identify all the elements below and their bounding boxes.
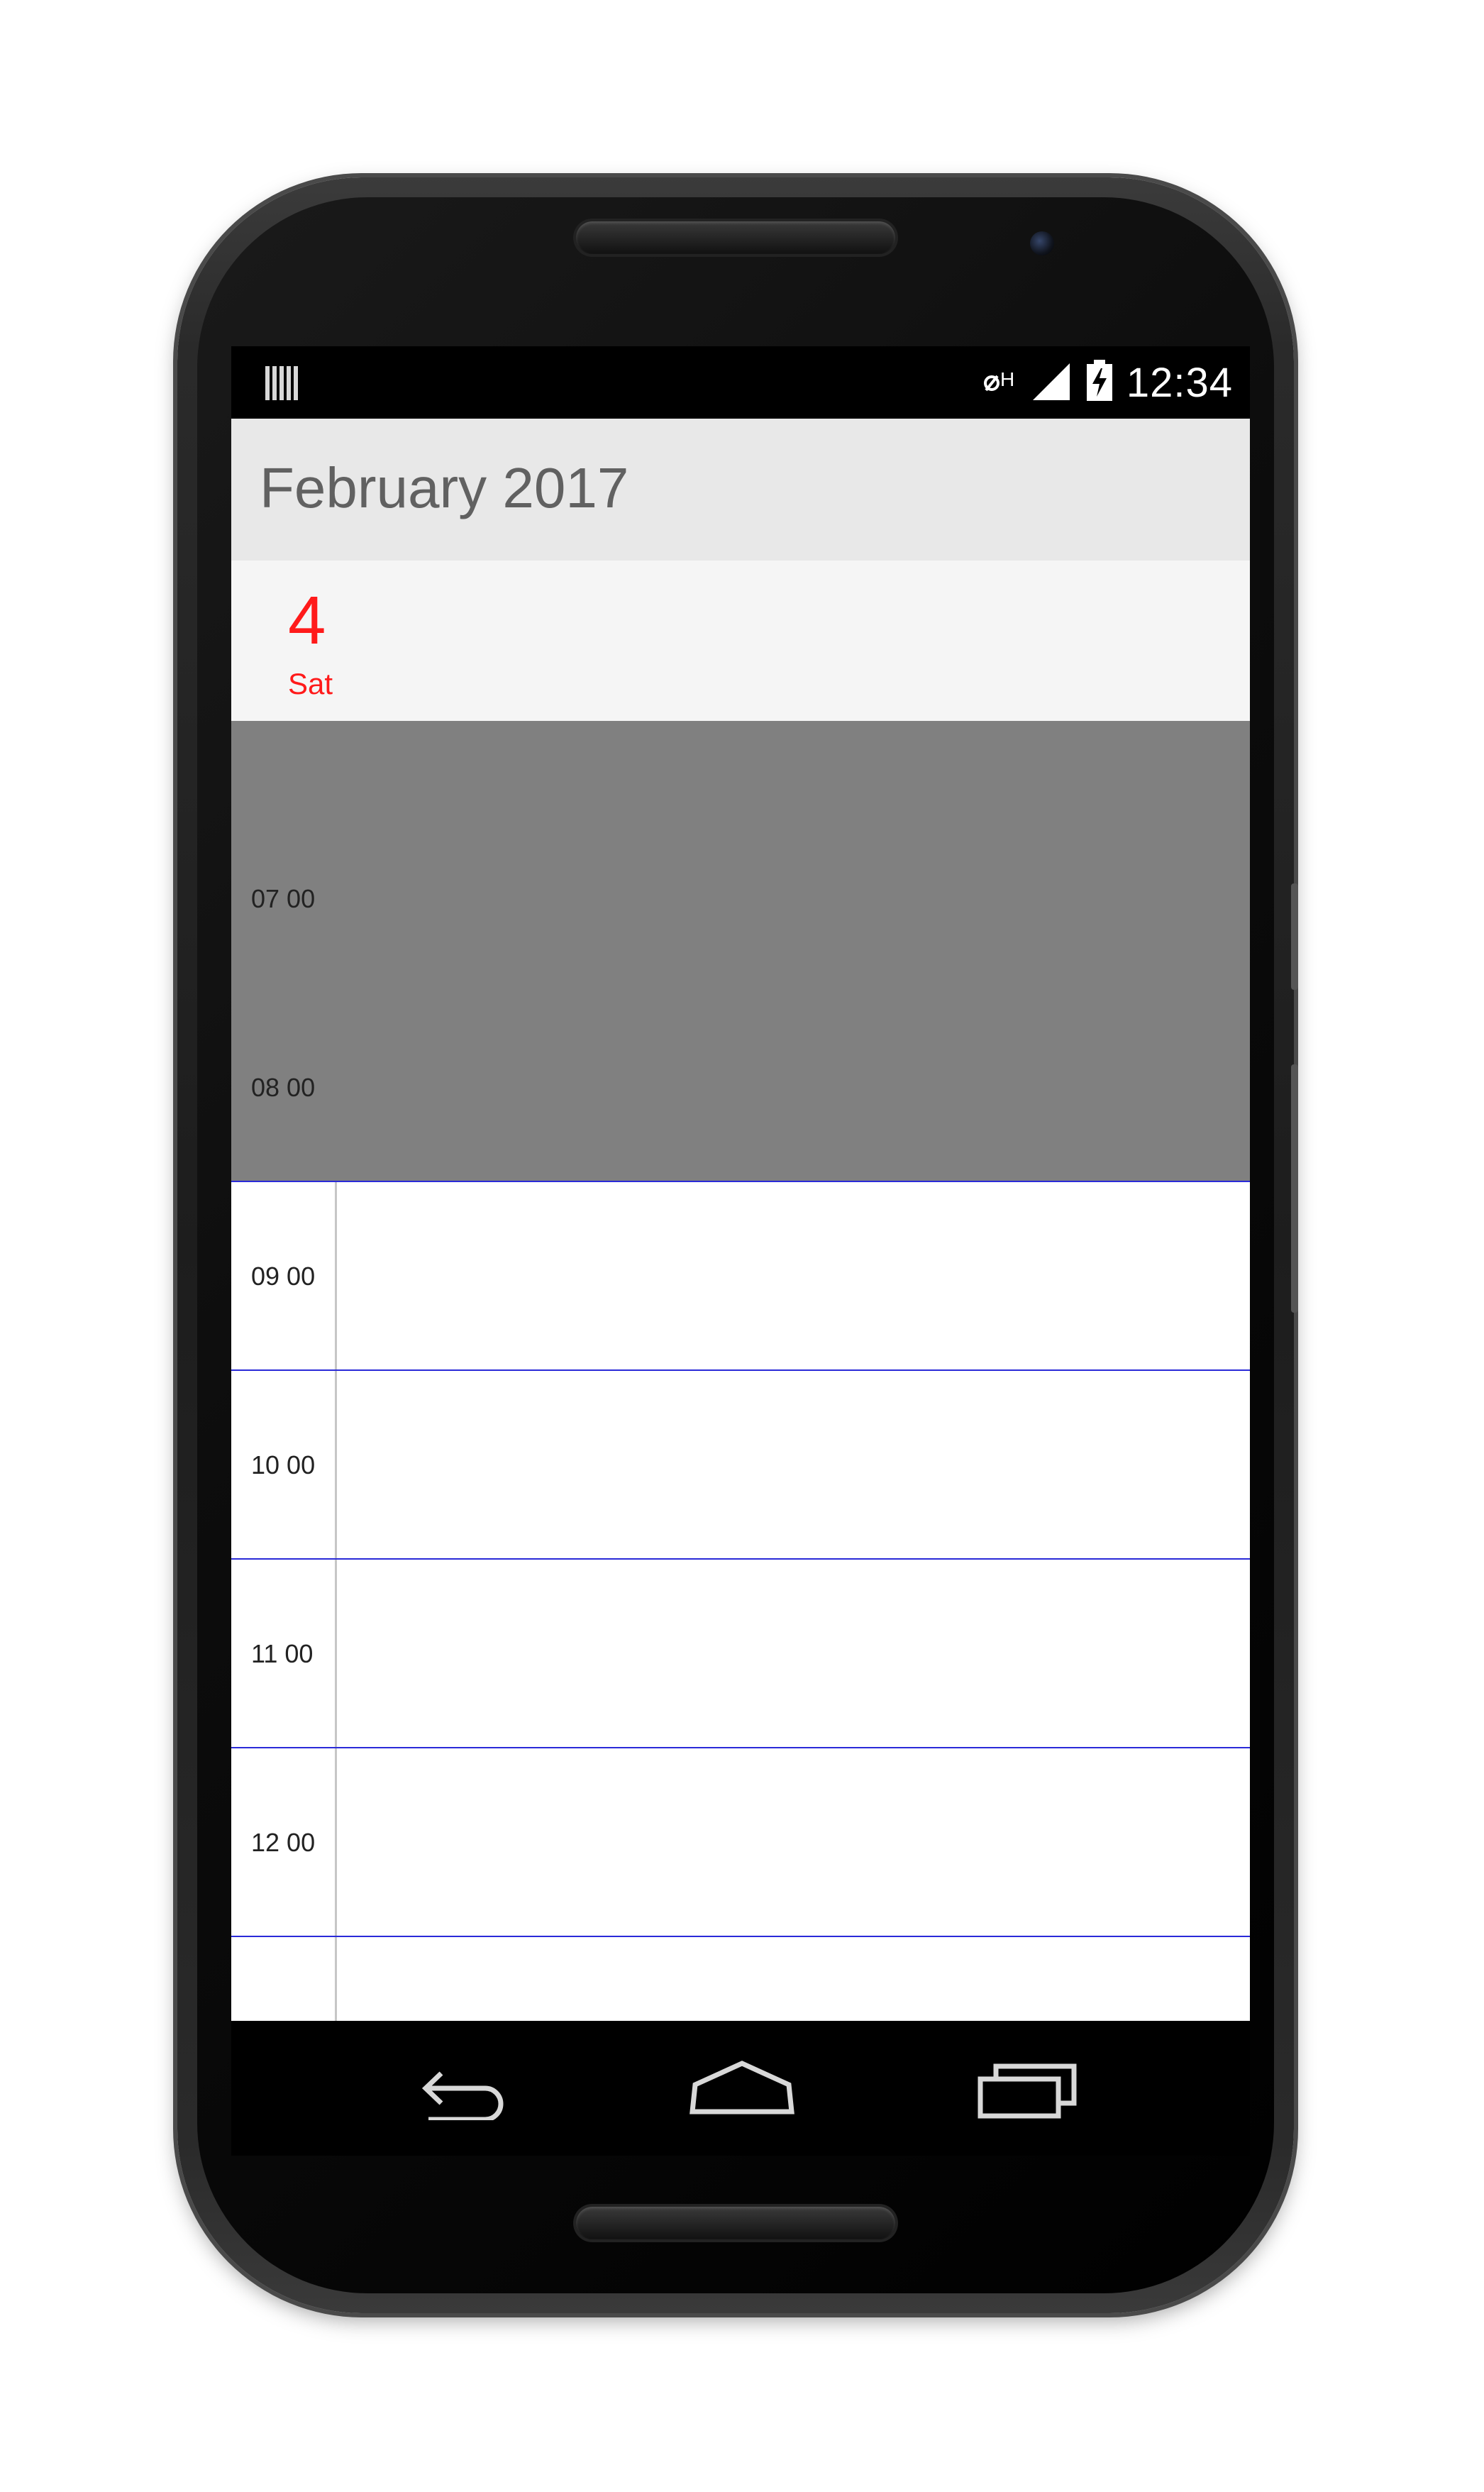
hour-label-08: 08 00 [251,1073,316,1102]
hour-label-09: 09 00 [251,1262,316,1291]
hour-line [231,1747,1250,1748]
hour-label-11: 11 00 [251,1639,314,1668]
month-title[interactable]: February 2017 [260,456,629,521]
status-time: 12:34 [1126,359,1233,406]
app-bar: February 2017 [231,419,1250,561]
hour-line [231,1558,1250,1560]
day-timeline[interactable]: 07 00 08 00 09 00 10 00 11 00 12 00 [231,721,1250,2021]
screen: H 12:34 February 2017 4 Sat 07 00 08 00 … [231,346,1250,2156]
day-number: 4 [288,583,326,658]
home-icon[interactable] [685,2056,799,2120]
day-header[interactable]: 4 Sat [231,561,1250,721]
hour-label-07: 07 00 [251,884,316,913]
day-name: Sat [288,667,333,700]
back-icon[interactable] [400,2056,514,2122]
front-camera [1030,231,1054,255]
time-column-divider [335,1182,337,2021]
earpiece-speaker [576,221,895,254]
data-roaming-icon: H [983,365,1017,400]
hour-line [231,1181,1250,1182]
hour-line [231,1936,1250,1937]
hour-label-12: 12 00 [251,1828,316,1857]
navigation-bar [231,2021,1250,2156]
power-button [1291,883,1298,990]
non-working-hours [231,721,1250,1182]
bottom-speaker [576,2207,895,2239]
status-bar: H 12:34 [231,346,1250,419]
signal-icon [1030,360,1073,404]
hour-label-10: 10 00 [251,1450,316,1479]
battery-charging-icon [1085,360,1114,405]
hour-line [231,1369,1250,1371]
svg-text:H: H [1000,368,1014,390]
volume-button [1291,1064,1298,1313]
recents-icon[interactable] [970,2056,1084,2120]
status-icons: H 12:34 [983,346,1233,419]
storage-notification-icon [265,366,298,400]
